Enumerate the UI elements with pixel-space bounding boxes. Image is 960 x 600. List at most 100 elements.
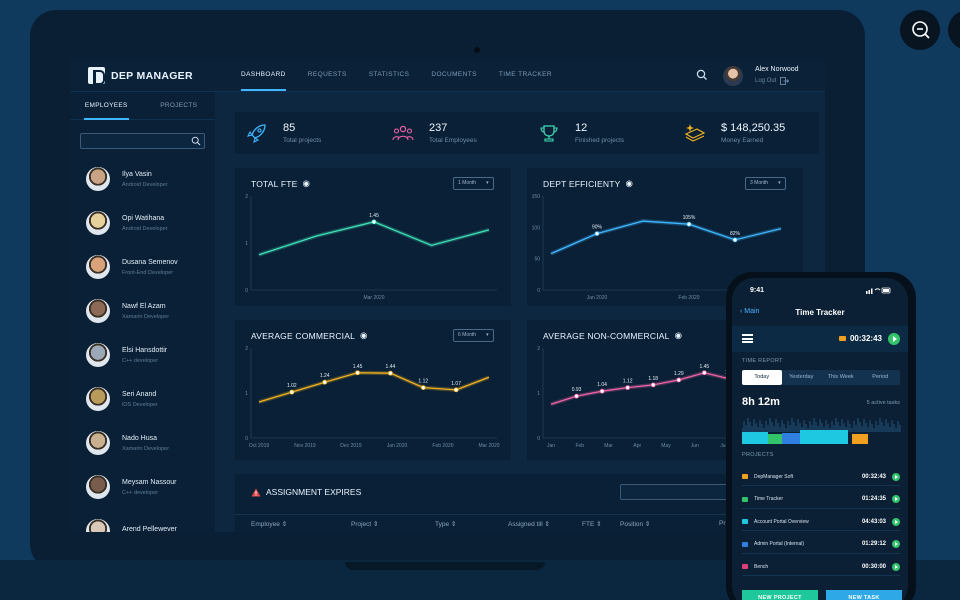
menu-icon[interactable] bbox=[742, 334, 753, 343]
period-select[interactable]: 1 Month ▾ bbox=[453, 177, 494, 190]
project-color-icon bbox=[742, 564, 748, 569]
employee-item[interactable]: Ilya Vasin Android Developer bbox=[70, 157, 215, 201]
employee-item[interactable]: Seri Anand iOS Developer bbox=[70, 377, 215, 421]
x-tick-label: Mar 2020 bbox=[363, 295, 384, 301]
tab-this-week[interactable]: This Week bbox=[821, 370, 861, 385]
employee-item[interactable]: Nado Husa Xamarin Developer bbox=[70, 421, 215, 465]
logo[interactable]: DEP MANAGER bbox=[88, 67, 193, 85]
play-icon[interactable] bbox=[892, 540, 900, 548]
tab-period[interactable]: Period bbox=[861, 370, 901, 385]
data-label: 1.12 bbox=[623, 379, 633, 385]
employee-name: Ilya Vasin bbox=[122, 170, 152, 178]
tab-projects[interactable]: PROJECTS bbox=[143, 92, 216, 119]
logout-link[interactable]: Log Out bbox=[755, 77, 790, 85]
stat-total-projects[interactable]: 85 Total projects bbox=[235, 112, 381, 154]
data-point bbox=[453, 387, 459, 393]
data-label: 0.93 bbox=[572, 387, 582, 393]
employee-item[interactable]: Nawf El Azam Xamarin Developer bbox=[70, 289, 215, 333]
x-tick-label: Jan 2020 bbox=[587, 295, 608, 301]
panel-title: AVERAGE NON-COMMERCIAL ◉ bbox=[543, 330, 682, 341]
column-header[interactable]: Assigned till ⇕ bbox=[508, 520, 550, 528]
data-label: 1.04 bbox=[597, 382, 607, 388]
employee-search-input[interactable] bbox=[81, 138, 204, 153]
employee-item[interactable]: Elsi Hansdottir C++ developer bbox=[70, 333, 215, 377]
tab-yesterday[interactable]: Yesterday bbox=[782, 370, 822, 385]
trophy-icon bbox=[540, 125, 558, 142]
column-header[interactable]: Position ⇕ bbox=[620, 520, 650, 528]
data-label: 1.45 bbox=[699, 364, 709, 370]
employee-role: Android Developer bbox=[122, 181, 168, 188]
data-point bbox=[599, 388, 605, 394]
sort-icon: ⇕ bbox=[594, 521, 602, 528]
column-header[interactable]: Employee ⇕ bbox=[251, 520, 287, 528]
stat-money-earned[interactable]: $ 148,250.35 Money Earned bbox=[673, 112, 819, 154]
active-tasks: 5 active tasks bbox=[866, 400, 900, 406]
column-header[interactable]: FTE ⇕ bbox=[582, 520, 602, 528]
phone-project-item[interactable]: Admin Portal (Internal) 01:29:12 bbox=[742, 536, 900, 554]
play-icon[interactable] bbox=[888, 333, 900, 345]
logout-icon bbox=[780, 77, 790, 85]
period-select[interactable]: 3 Month ▾ bbox=[745, 177, 786, 190]
employee-item[interactable]: Opi Watihana Android Developer bbox=[70, 201, 215, 245]
y-tick-label: 100 bbox=[532, 225, 541, 231]
employee-item[interactable]: Dusana Semenov Front-End Developer bbox=[70, 245, 215, 289]
zoom-in-button[interactable] bbox=[948, 10, 960, 50]
column-header[interactable]: Pr bbox=[719, 520, 726, 527]
employee-list: Ilya Vasin Android Developer Opi Watihana A… bbox=[70, 157, 215, 532]
chevron-down-icon: ▾ bbox=[486, 332, 489, 338]
column-header[interactable]: Project ⇕ bbox=[351, 520, 379, 528]
employee-role: Xamarin Developer bbox=[122, 445, 170, 452]
data-point bbox=[420, 385, 426, 390]
new-project-button[interactable]: NEW PROJECT bbox=[742, 590, 818, 600]
play-icon[interactable] bbox=[892, 517, 900, 526]
phone-project-item[interactable]: DepManager Soft 00:32:43 bbox=[742, 468, 900, 486]
tab-employees[interactable]: EMPLOYEES bbox=[70, 92, 143, 120]
period-select[interactable]: 6 Month ▾ bbox=[453, 329, 494, 342]
stat-finished-projects[interactable]: 12 Finished projects bbox=[527, 112, 673, 154]
nav-item-dashboard[interactable]: DASHBOARD bbox=[230, 60, 297, 92]
project-name: Account Portal Overview bbox=[754, 518, 809, 525]
x-tick-label: May bbox=[661, 443, 671, 449]
data-point bbox=[594, 231, 600, 236]
data-point bbox=[701, 370, 707, 376]
data-point bbox=[371, 219, 377, 225]
nav-item-statistics[interactable]: STATISTICS bbox=[358, 60, 421, 92]
search-icon[interactable] bbox=[191, 136, 201, 146]
x-tick-label: Dec 2019 bbox=[340, 443, 362, 449]
eye-icon[interactable]: ◉ bbox=[360, 330, 368, 341]
phone-project-item[interactable]: Time Tracker 01:24:35 bbox=[742, 491, 900, 509]
period-select-value: 3 Month bbox=[750, 180, 769, 186]
employee-item[interactable]: Meysam Nassour C++ developer bbox=[70, 465, 215, 509]
zoom-out-button[interactable] bbox=[900, 10, 940, 50]
phone-project-item[interactable]: Account Portal Overview 04:43:03 bbox=[742, 513, 900, 531]
nav-item-time-tracker[interactable]: TIME TRACKER bbox=[488, 60, 563, 92]
user-avatar[interactable] bbox=[723, 66, 743, 86]
eye-icon[interactable]: ◉ bbox=[625, 178, 633, 189]
play-icon[interactable] bbox=[892, 495, 900, 503]
phone-project-item[interactable]: Bench 00:30:00 bbox=[742, 558, 900, 576]
employee-role: Xamarin Developer bbox=[122, 313, 170, 320]
sidebar: EMPLOYEES PROJECTS Ilya Vasin Android Dev… bbox=[70, 92, 215, 532]
timer-value: 00:32:43 bbox=[849, 334, 882, 343]
search-icon[interactable] bbox=[696, 69, 708, 81]
y-tick-label: 0 bbox=[537, 288, 540, 294]
employee-item[interactable]: Arend Pellewever bbox=[70, 509, 215, 532]
employee-name: Elsi Hansdottir bbox=[122, 346, 168, 354]
play-icon[interactable] bbox=[892, 562, 900, 571]
y-tick-label: 2 bbox=[537, 346, 540, 352]
nav-item-requests[interactable]: REQUESTS bbox=[297, 60, 358, 92]
employee-role: C++ developer bbox=[122, 357, 159, 364]
stat-total-employees[interactable]: 237 Total Employees bbox=[381, 112, 527, 154]
column-header[interactable]: Type ⇕ bbox=[435, 520, 456, 528]
employee-name: Seri Anand bbox=[122, 390, 157, 398]
new-task-button[interactable]: NEW TASK bbox=[826, 590, 902, 600]
tab-today[interactable]: Today bbox=[742, 370, 782, 385]
eye-icon[interactable]: ◉ bbox=[675, 330, 683, 341]
employee-text: Opi Watihana Android Developer bbox=[122, 215, 168, 232]
play-icon[interactable] bbox=[892, 472, 900, 481]
dashboard-screen: DEP MANAGER DASHBOARD REQUESTS STATISTICS D… bbox=[70, 60, 825, 532]
x-tick-label: Mar bbox=[604, 443, 613, 449]
assignment-title-text: ASSIGNMENT EXPIRES bbox=[266, 487, 362, 497]
eye-icon[interactable]: ◉ bbox=[303, 178, 311, 189]
nav-item-documents[interactable]: DOCUMENTS bbox=[420, 60, 488, 92]
